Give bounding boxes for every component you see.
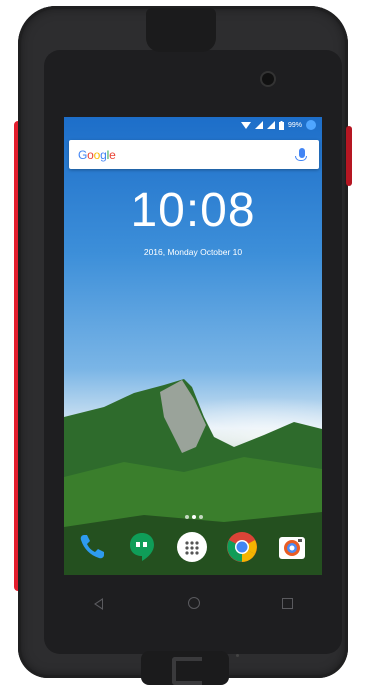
apps-icon[interactable]: [176, 531, 208, 563]
hangouts-icon[interactable]: [126, 531, 158, 563]
app-dock: [64, 531, 322, 567]
google-logo: Google: [78, 148, 116, 162]
signal-icon: [266, 121, 275, 129]
chrome-icon[interactable]: [226, 531, 258, 563]
home-icon[interactable]: [188, 597, 200, 609]
brand-logo-icon: [172, 657, 202, 685]
nav-bar: [64, 586, 322, 622]
microphone-hole: [236, 654, 239, 657]
account-icon[interactable]: [306, 120, 316, 130]
power-button[interactable]: [346, 126, 352, 186]
back-icon[interactable]: [94, 598, 103, 610]
battery-icon: [278, 120, 284, 130]
wifi-icon: [240, 122, 251, 129]
battery-percent: 99%: [287, 121, 302, 129]
lock-date: 2016, Monday October 10: [143, 247, 243, 257]
mic-base: [295, 156, 307, 161]
google-search-bar[interactable]: Google: [69, 140, 319, 169]
phone-icon[interactable]: [76, 531, 108, 563]
earpiece: [146, 8, 216, 52]
page-dot: [199, 515, 203, 519]
lock-clock: 10:08: [130, 184, 256, 237]
screen: 99% Google 10:08 2016, Monday October 10: [64, 117, 322, 575]
recents-icon[interactable]: [282, 598, 293, 609]
status-bar: 99%: [64, 117, 322, 135]
page-dot: [185, 515, 189, 519]
page-indicator: [185, 515, 203, 519]
signal-icon: [254, 121, 263, 129]
page-dot-active: [192, 515, 196, 519]
camera-icon[interactable]: [276, 531, 308, 563]
front-camera-icon: [262, 73, 274, 85]
